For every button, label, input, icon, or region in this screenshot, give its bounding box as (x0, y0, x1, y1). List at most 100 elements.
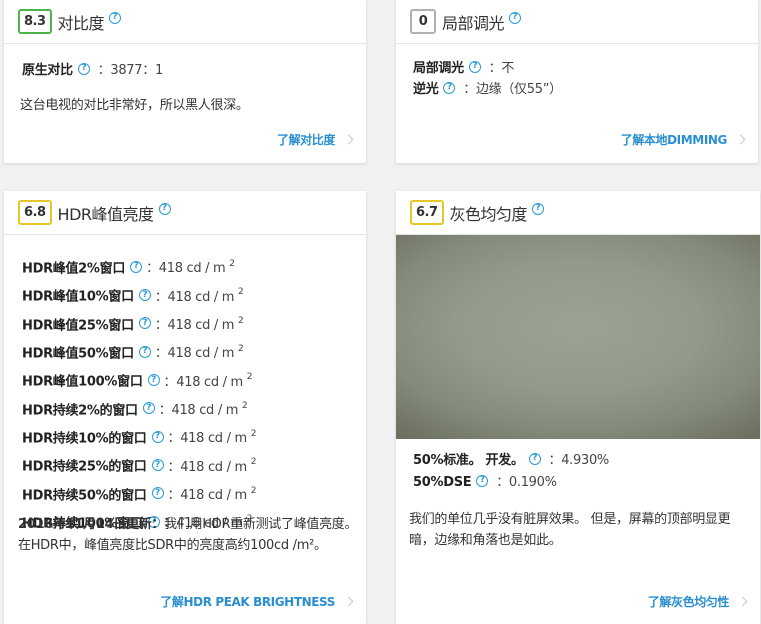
hdr-peak-row: HDR峰值100%窗口? ：418 cd / m 2 (22, 366, 256, 394)
row-label: HDR峰值50%窗口 (22, 346, 134, 362)
row-value-text: 418 cd / m (176, 374, 243, 390)
row-label: 50%标准。 开发。 (413, 453, 524, 468)
hdr-peak-row: HDR峰值2%窗口? ：418 cd / m 2 (22, 253, 256, 281)
unit-superscript: 2 (241, 400, 248, 411)
hdr-peak-card: 6.8 HDR峰值亮度 ? HDR峰值2%窗口? ：418 cd / m 2 HDR… (4, 191, 366, 624)
row-value: ：418 cd / m 2 (163, 372, 253, 390)
help-icon[interactable]: ? (509, 11, 522, 24)
local-dimming-score-badge: 0 (410, 9, 436, 34)
row-value: ：418 cd / m 2 (154, 315, 244, 333)
row-value: ：418 cd / m 2 (167, 485, 257, 503)
row-value: ：4.930% (548, 453, 610, 468)
hdr-peak-header: 6.8 HDR峰值亮度 ? (4, 191, 366, 235)
row-value: ：418 cd / m 2 (167, 428, 257, 447)
help-icon[interactable]: ? (130, 260, 143, 273)
help-icon[interactable]: ? (142, 402, 155, 415)
local-dimming-row: 局部调光? ：不 (413, 58, 562, 79)
hdr-peak-rows: HDR峰值2%窗口? ：418 cd / m 2 HDR峰值10%窗口? ：418 c… (22, 253, 256, 536)
row-value-text: 418 cd / m (171, 402, 239, 418)
row-value: ：3877：1 (97, 63, 164, 78)
row-label: HDR峰值10%窗口 (22, 289, 134, 305)
link-label: 了解HDR PEAK BRIGHTNESS (160, 595, 335, 609)
row-label: HDR持续50%的窗口 (22, 487, 147, 503)
contrast-card: 8.3 对比度 ? 原生对比? ：3877：1 这台电视的对比非常好，所以黑人很… (4, 0, 366, 163)
row-value: ：418 cd / m 2 (154, 287, 244, 305)
help-icon[interactable]: ? (151, 459, 164, 472)
row-value-text: 418 cd / m (180, 459, 247, 475)
contrast-header: 8.3 对比度 ? (4, 0, 366, 44)
learn-local-dimming-link[interactable]: 了解本地DIMMING (621, 131, 746, 148)
hdr-peak-score-badge: 6.8 (18, 200, 52, 225)
help-icon[interactable]: ? (151, 487, 164, 500)
unit-superscript: 2 (238, 343, 244, 354)
hdr-peak-row: HDR持续50%的窗口? ：418 cd / m 2 (22, 480, 256, 508)
row-label: HDR持续2%的窗口 (22, 402, 138, 418)
help-icon[interactable]: ? (138, 317, 151, 330)
gray-uniformity-photo (396, 235, 760, 439)
update-date: 2016年11月14日更新： (18, 517, 165, 532)
row-value-text: 418 cd / m (180, 431, 247, 447)
hdr-peak-row: HDR峰值50%窗口? ：418 cd / m 2 (22, 338, 256, 366)
row-value: ：418 cd / m 2 (146, 259, 235, 277)
link-label: 了解灰色均匀性 (647, 595, 730, 609)
gray-uniformity-title: 灰色均匀度 (449, 204, 528, 224)
row-value: ：边缘（仅55”） (463, 82, 562, 97)
unit-superscript: 2 (250, 485, 257, 496)
help-icon[interactable]: ? (476, 474, 489, 487)
help-icon[interactable]: ? (468, 60, 481, 73)
row-value: ：418 cd / m 2 (154, 343, 244, 362)
hdr-peak-row: HDR持续2%的窗口? ：418 cd / m 2 (22, 395, 256, 423)
help-icon[interactable]: ? (77, 62, 90, 75)
link-label: 了解对比度 (276, 133, 335, 147)
unit-superscript: 2 (229, 259, 235, 269)
hdr-peak-row: HDR持续10%的窗口? ：418 cd / m 2 (22, 423, 256, 451)
help-icon[interactable]: ? (158, 202, 171, 215)
gray-uniformity-description: 我们的单位几乎没有脏屏效果。 但是，屏幕的顶部明显更暗，边缘和角落也是如此。 (409, 512, 731, 548)
local-dimming-header: 0 局部调光 ? (396, 0, 758, 44)
help-icon[interactable]: ? (138, 345, 151, 358)
unit-superscript: 2 (246, 372, 253, 383)
row-value-text: 418 cd / m (158, 261, 226, 277)
help-icon[interactable]: ? (138, 289, 151, 302)
help-icon[interactable]: ? (443, 81, 456, 94)
gray-uniformity-card: 6.7 灰色均匀度 ? 50%标准。 开发。? ：4.930% 50%DSE? … (396, 191, 760, 624)
contrast-score-badge: 8.3 (18, 9, 52, 34)
row-label: HDR峰值2%窗口 (22, 261, 126, 277)
row-value-text: 418 cd / m (167, 346, 235, 362)
dse-row: 50%DSE? ：0.190% (413, 472, 609, 494)
row-label: 逆光 (413, 82, 439, 97)
contrast-title: 对比度 (57, 13, 105, 33)
row-value-text: 418 cd / m (167, 317, 235, 333)
chevron-right-icon (343, 596, 354, 607)
contrast-description: 这台电视的对比非常好，所以黑人很深。 (20, 98, 249, 113)
row-value: ：不 (488, 61, 515, 76)
help-icon[interactable]: ? (532, 202, 545, 215)
learn-contrast-link[interactable]: 了解对比度 (276, 131, 354, 148)
std-dev-row: 50%标准。 开发。? ：4.930% (413, 450, 609, 472)
help-icon[interactable]: ? (109, 11, 122, 24)
row-label: HDR峰值25%窗口 (22, 317, 134, 333)
learn-gray-uniformity-link[interactable]: 了解灰色均匀性 (647, 593, 748, 610)
hdr-peak-title: HDR峰值亮度 (57, 204, 154, 224)
row-value: ：418 cd / m 2 (167, 457, 257, 475)
unit-superscript: 2 (250, 457, 257, 468)
row-label: 局部调光 (413, 61, 464, 76)
row-value-text: 418 cd / m (167, 289, 235, 305)
help-icon[interactable]: ? (151, 430, 164, 443)
hdr-update-note: 2016年11月14日更新：我们用HDR重新测试了峰值亮度。 在HDR中，峰值亮… (18, 514, 358, 556)
row-value: ：0.190% (496, 475, 557, 490)
gray-uniformity-score-badge: 6.7 (410, 200, 444, 225)
native-contrast-row: 原生对比? ：3877：1 (22, 58, 163, 83)
local-dimming-card: 0 局部调光 ? 局部调光? ：不 逆光? ：边缘（仅55”） 了解本地DIMM… (396, 0, 758, 163)
learn-hdr-peak-link[interactable]: 了解HDR PEAK BRIGHTNESS (160, 593, 354, 610)
help-icon[interactable]: ? (147, 374, 160, 387)
row-value: ：418 cd / m 2 (158, 400, 248, 418)
row-label: HDR持续25%的窗口 (22, 459, 147, 475)
unit-superscript: 2 (238, 315, 244, 326)
unit-superscript: 2 (238, 287, 244, 298)
help-icon[interactable]: ? (528, 452, 541, 465)
gray-uniformity-header: 6.7 灰色均匀度 ? (396, 191, 760, 235)
chevron-right-icon (343, 134, 354, 145)
hdr-peak-row: HDR峰值10%窗口? ：418 cd / m 2 (22, 281, 256, 309)
backlight-row: 逆光? ：边缘（仅55”） (413, 79, 562, 100)
